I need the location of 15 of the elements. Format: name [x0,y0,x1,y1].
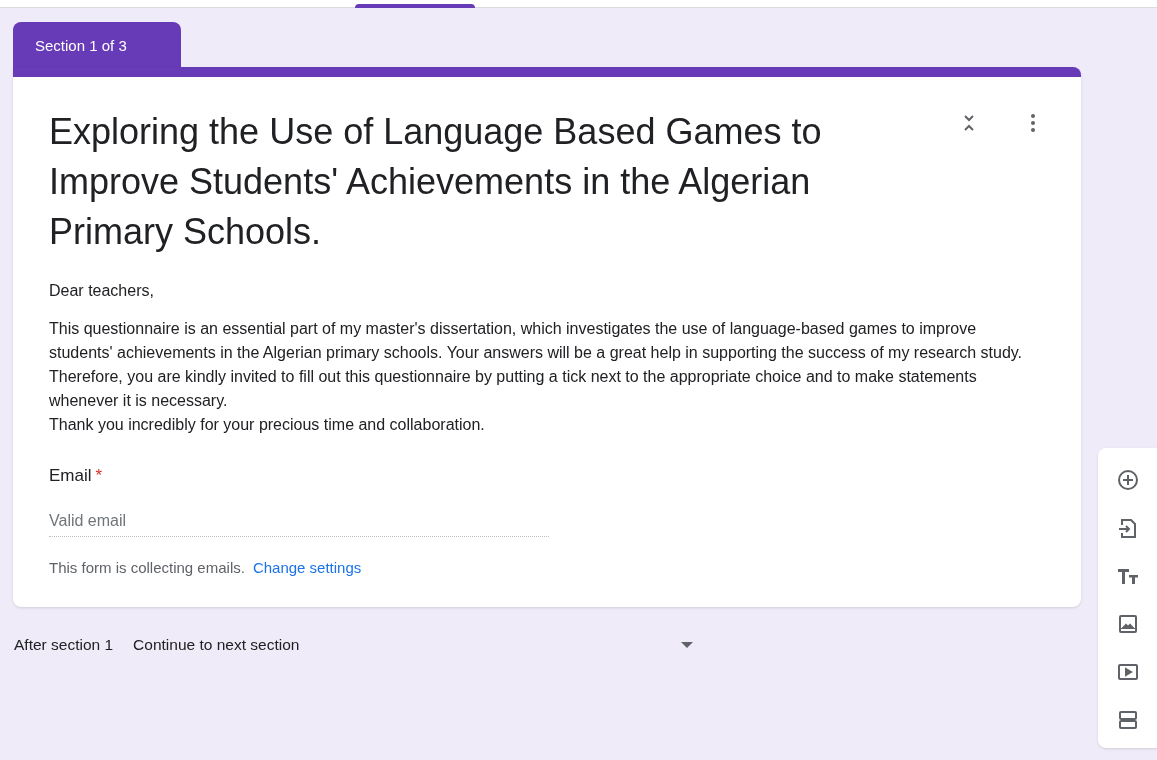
section-icon[interactable] [1116,708,1140,732]
add-question-icon[interactable] [1116,468,1140,492]
dropdown-arrow-icon [681,640,694,649]
more-options-icon[interactable] [1029,113,1037,133]
form-title: Exploring the Use of Language Based Games to Improve Students' Achievements in the Algerian Primary Schools. [49,110,823,254]
question-label: Email [49,465,92,487]
next-section-dropdown[interactable]: Continue to next section [133,633,694,657]
collecting-note: This form is collecting emails. [49,557,245,578]
after-section-label: After section 1 [14,635,114,655]
change-settings-link[interactable]: Change settings [252,556,362,579]
required-mark: * [95,465,103,487]
description-paragraph: This questionnaire is an essential part of my master's dissertation, which investigates the use of language-based games to improve students' achievements in the Algerian primary schools. Your answers will be a great help in supporting the success of my research study. Therefore, you are kindly invited to fill out this questionnaire by putting a tick next to the appropriate choice and to make statements whenever it is necessary. Thank you incredibly for your precious time and collaboration. [49,319,1024,435]
description-paragraph: Dear teachers, [49,281,155,301]
email-field[interactable]: Valid email [49,506,549,537]
image-icon[interactable] [1116,612,1140,636]
